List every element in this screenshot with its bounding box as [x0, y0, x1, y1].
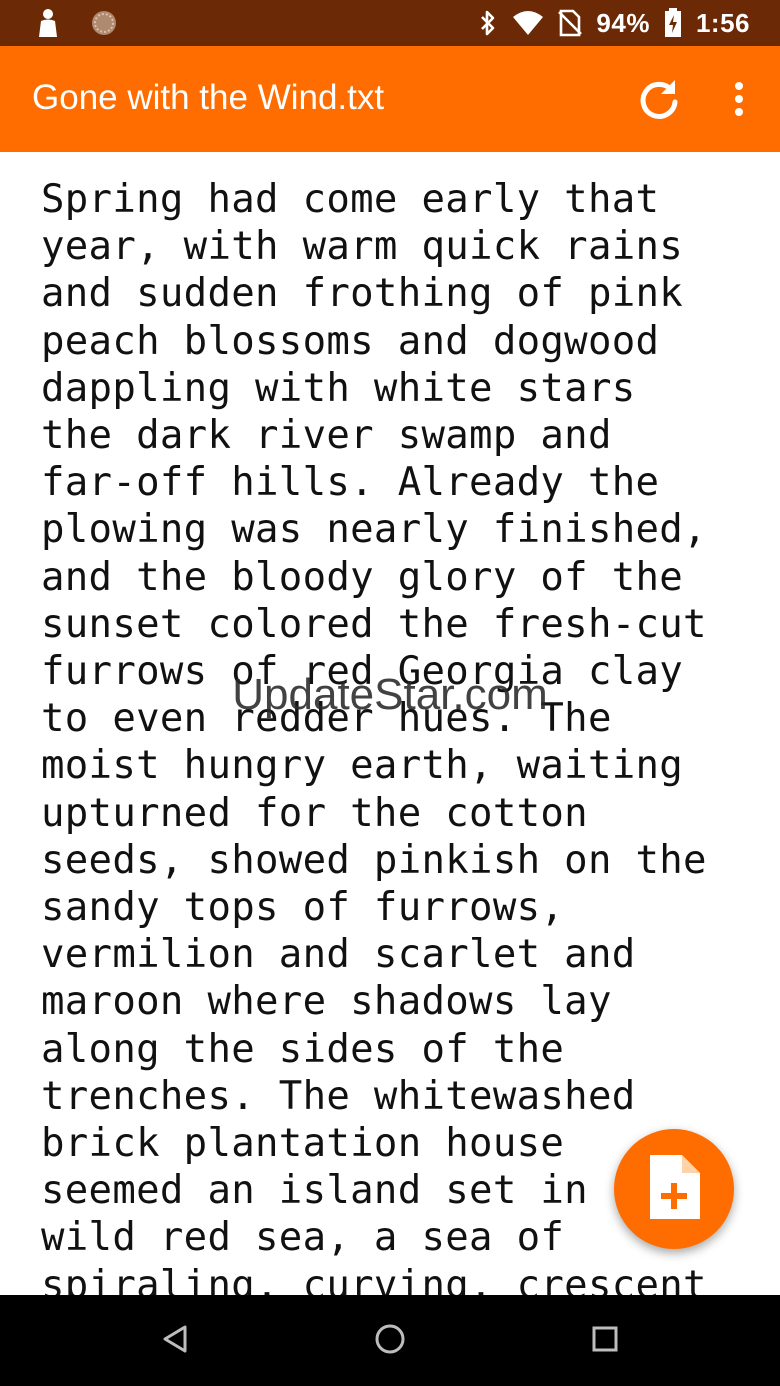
- battery-percent: 94%: [596, 7, 650, 38]
- refresh-icon: [637, 77, 681, 126]
- document-line: and sudden frothing of pink: [41, 271, 684, 317]
- new-file-icon: [646, 1153, 702, 1226]
- document-view[interactable]: Spring had come early that year, with war…: [0, 152, 780, 1295]
- status-right-icons: 94% 1:56: [478, 0, 750, 46]
- clock: 1:56: [695, 7, 750, 38]
- no-sim-icon: [558, 9, 583, 37]
- document-line: Spring had come early that: [41, 177, 660, 222]
- document-line: vermilion and scarlet and: [41, 932, 636, 978]
- document-line: along the sides of the: [41, 1026, 565, 1072]
- notification-icon: [36, 8, 60, 38]
- document-line: year, with warm quick rains: [41, 224, 684, 270]
- overflow-menu-button[interactable]: [722, 76, 756, 126]
- document-line: moist hungry earth, waiting: [41, 743, 684, 789]
- document-line: seeds, showed pinkish on the: [41, 837, 707, 883]
- recents-icon: [592, 1326, 618, 1357]
- back-button[interactable]: [157, 1323, 193, 1359]
- home-button[interactable]: [372, 1323, 408, 1359]
- overflow-menu-icon: [734, 81, 744, 121]
- document-line: maroon where shadows lay: [41, 979, 612, 1025]
- document-line: trenches. The whitewashed: [41, 1073, 636, 1119]
- document-line: plowing was nearly finished,: [41, 507, 707, 553]
- refresh-button[interactable]: [634, 76, 684, 126]
- document-line: far-off hills. Already the: [41, 460, 660, 506]
- document-line: sunset colored the fresh-cut: [41, 601, 707, 647]
- page-title: Gone with the Wind.txt: [32, 78, 385, 117]
- status-left-icons: [36, 8, 118, 38]
- wifi-icon: [512, 10, 544, 36]
- document-line: to even redder hues. The: [41, 696, 612, 742]
- back-icon: [162, 1324, 188, 1359]
- bluetooth-icon: [478, 9, 498, 37]
- document-line: furrows of red Georgia clay: [41, 649, 684, 695]
- document-text: Spring had come early that year, with war…: [41, 176, 741, 1295]
- document-line: the dark river swamp and: [41, 413, 612, 459]
- status-bar: 94% 1:56: [0, 0, 780, 46]
- battery-icon: [664, 8, 682, 38]
- document-line: dappling with white stars: [41, 365, 636, 411]
- home-icon: [374, 1323, 406, 1360]
- document-line: and the bloody glory of the: [41, 554, 684, 600]
- document-line: sandy tops of furrows,: [41, 885, 565, 931]
- document-line: spiraling, curving, crescent: [41, 1262, 707, 1295]
- document-line: upturned for the cotton: [41, 790, 588, 836]
- navigation-bar: [0, 1295, 780, 1386]
- recents-button[interactable]: [587, 1323, 623, 1359]
- document-line: peach blossoms and dogwood: [41, 318, 660, 364]
- new-file-button[interactable]: [614, 1129, 734, 1249]
- app-bar: Gone with the Wind.txt: [0, 46, 780, 152]
- sync-icon: [90, 9, 118, 37]
